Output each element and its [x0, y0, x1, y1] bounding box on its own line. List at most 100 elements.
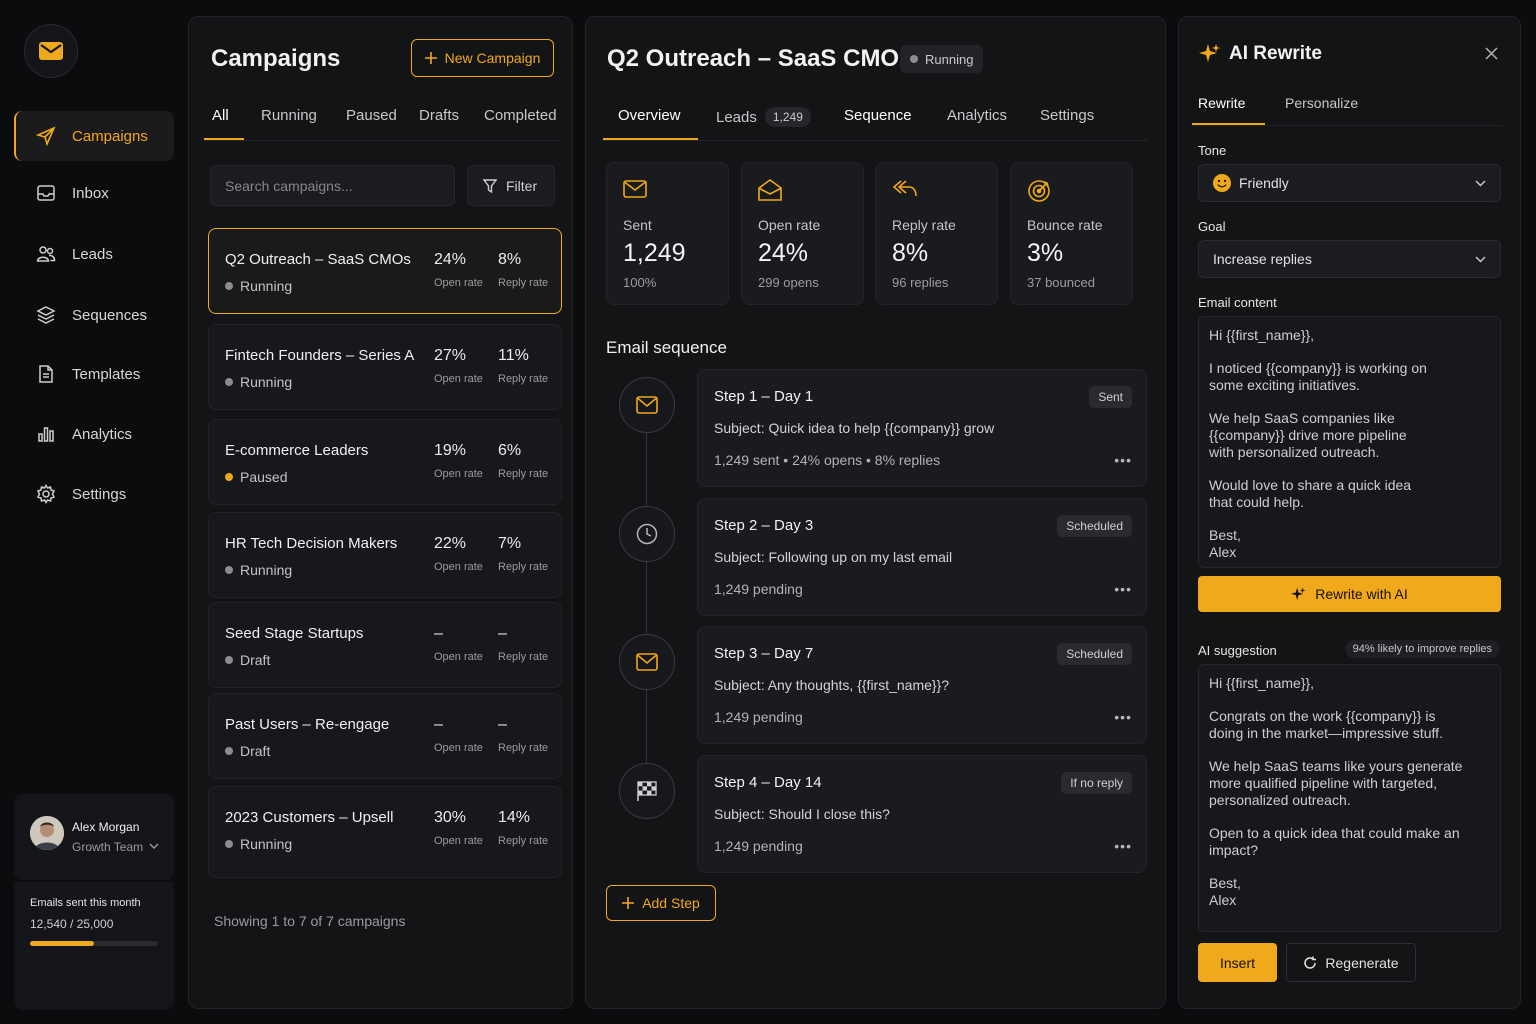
- campaign-card[interactable]: Q2 Outreach – SaaS CMOs Running 24% Open …: [208, 228, 562, 314]
- sidebar-item-label: Inbox: [72, 184, 109, 202]
- status-text: Draft: [240, 652, 271, 668]
- stat-sub: 96 replies: [892, 275, 949, 290]
- tab-analytics[interactable]: Analytics: [947, 107, 1007, 124]
- ai-suggestion-field[interactable]: Hi {{first_name}}, Congrats on the work …: [1198, 664, 1501, 932]
- step-badge: Sent: [1089, 386, 1132, 408]
- sidebar-item-inbox[interactable]: Inbox: [14, 168, 174, 218]
- close-icon[interactable]: [1485, 47, 1498, 60]
- open-rate-value: –: [434, 625, 443, 642]
- users-icon: [36, 246, 56, 262]
- campaigns-panel: Campaigns New Campaign All Running Pause…: [188, 16, 573, 1009]
- more-options-icon[interactable]: •••: [1114, 709, 1132, 725]
- open-rate-label: Open rate: [434, 742, 483, 754]
- sidebar-item-sequences[interactable]: Sequences: [14, 290, 174, 340]
- campaign-card[interactable]: Seed Stage Startups Draft – Open rate – Re…: [208, 602, 562, 688]
- tab-paused[interactable]: Paused: [346, 107, 397, 124]
- tab-personalize[interactable]: Personalize: [1285, 95, 1358, 111]
- reply-rate: – Reply rate: [498, 716, 558, 754]
- status-text: Running: [240, 278, 293, 294]
- inbox-icon: [37, 185, 55, 201]
- tab-running[interactable]: Running: [261, 107, 317, 124]
- usage-card: Emails sent this month 12,540 / 25,000: [14, 882, 174, 1010]
- tab-overview[interactable]: Overview: [618, 107, 681, 124]
- tab-completed[interactable]: Completed: [484, 107, 557, 124]
- step-title: Step 3 – Day 7: [714, 645, 814, 662]
- more-options-icon[interactable]: •••: [1114, 838, 1132, 854]
- tone-select[interactable]: Friendly: [1198, 164, 1501, 202]
- step-badge: If no reply: [1061, 772, 1132, 794]
- status-text: Draft: [240, 743, 271, 759]
- regenerate-label: Regenerate: [1325, 954, 1399, 971]
- chevron-down-icon: [1475, 180, 1486, 186]
- sidebar-item-campaigns[interactable]: Campaigns: [14, 111, 174, 161]
- sparkle-icon: [1291, 587, 1306, 600]
- sidebar-item-settings[interactable]: Settings: [14, 469, 174, 519]
- user-team: Growth Team: [72, 840, 144, 854]
- campaign-card[interactable]: E-commerce Leaders Paused 19% Open rate 6…: [208, 419, 562, 505]
- clock-icon: [636, 523, 658, 545]
- status-dot: [225, 656, 233, 664]
- tab-rewrite[interactable]: Rewrite: [1198, 95, 1245, 111]
- campaign-card[interactable]: Fintech Founders – Series A Running 27% O…: [208, 324, 562, 410]
- reply-rate: 7% Reply rate: [498, 535, 558, 573]
- tone-value: Friendly: [1239, 175, 1289, 191]
- page-title: Campaigns: [211, 45, 341, 72]
- campaign-card[interactable]: HR Tech Decision Makers Running 22% Open …: [208, 512, 562, 598]
- reply-icon: [892, 180, 917, 197]
- gear-icon: [36, 484, 56, 504]
- send-icon: [36, 126, 56, 146]
- status-dot: [910, 55, 918, 63]
- status-dot: [225, 282, 233, 290]
- campaign-card[interactable]: Past Users – Re-engage Draft – Open rate …: [208, 693, 562, 779]
- new-campaign-button[interactable]: New Campaign: [411, 39, 554, 77]
- tab-all[interactable]: All: [212, 107, 229, 124]
- user-card[interactable]: Alex Morgan Growth Team: [14, 794, 174, 880]
- sidebar-item-label: Leads: [72, 245, 113, 263]
- goal-value: Increase replies: [1213, 251, 1312, 267]
- rewrite-with-ai-button[interactable]: Rewrite with AI: [1198, 576, 1501, 612]
- tab-leads[interactable]: Leads 1,249: [716, 107, 811, 127]
- open-rate: 30% Open rate: [434, 809, 494, 847]
- chevron-down-icon[interactable]: [149, 842, 159, 850]
- campaign-card[interactable]: 2023 Customers – Upsell Running 30% Open …: [208, 786, 562, 878]
- tab-sequence[interactable]: Sequence: [844, 107, 912, 124]
- reply-rate-label: Reply rate: [498, 277, 549, 289]
- open-rate-label: Open rate: [434, 277, 483, 289]
- open-rate-label: Open rate: [434, 373, 483, 385]
- tab-settings[interactable]: Settings: [1040, 107, 1094, 124]
- filter-button[interactable]: Filter: [467, 165, 555, 206]
- plus-icon: [622, 897, 635, 909]
- reply-rate: 8% Reply rate: [498, 251, 558, 289]
- sequence-step[interactable]: Step 4 – Day 14 If no reply Subject: Sho…: [697, 755, 1147, 873]
- sidebar-item-analytics[interactable]: Analytics: [14, 409, 174, 459]
- sequence-step[interactable]: Step 2 – Day 3 Scheduled Subject: Follow…: [697, 498, 1147, 616]
- sidebar-item-label: Templates: [72, 365, 141, 383]
- reply-rate: – Reply rate: [498, 625, 558, 663]
- goal-select[interactable]: Increase replies: [1198, 240, 1501, 278]
- tab-leads-label: Leads: [716, 108, 757, 126]
- status-text: Running: [240, 836, 293, 852]
- sidebar-item-leads[interactable]: Leads: [14, 229, 174, 279]
- rewrite-label: Rewrite with AI: [1315, 586, 1408, 602]
- email-content-field[interactable]: Hi {{first_name}}, I noticed {{company}}…: [1198, 316, 1501, 568]
- insert-button[interactable]: Insert: [1198, 943, 1277, 982]
- tab-drafts[interactable]: Drafts: [419, 107, 459, 124]
- sequence-step[interactable]: Step 3 – Day 7 Scheduled Subject: Any th…: [697, 626, 1147, 744]
- more-options-icon[interactable]: •••: [1114, 581, 1132, 597]
- suggestion-paragraph: Congrats on the work {{company}} is doin…: [1209, 708, 1443, 741]
- regenerate-button[interactable]: Regenerate: [1286, 943, 1416, 982]
- status-text: Running: [240, 374, 293, 390]
- add-step-button[interactable]: Add Step: [606, 885, 716, 921]
- stat-value: 24%: [758, 239, 809, 267]
- status-text: Running: [240, 562, 293, 578]
- sequence-step[interactable]: Step 1 – Day 1 Sent Subject: Quick idea …: [697, 369, 1147, 487]
- more-options-icon[interactable]: •••: [1114, 452, 1132, 468]
- search-input[interactable]: Search campaigns...: [210, 165, 455, 206]
- suggestion-score-badge: 94% likely to improve replies: [1344, 640, 1500, 658]
- reply-rate-value: 8%: [498, 251, 522, 268]
- app-logo[interactable]: [24, 24, 78, 78]
- sidebar-item-templates[interactable]: Templates: [14, 349, 174, 399]
- stat-label: Bounce rate: [1027, 217, 1103, 233]
- timeline-node: [619, 634, 675, 690]
- layers-icon: [36, 306, 56, 324]
